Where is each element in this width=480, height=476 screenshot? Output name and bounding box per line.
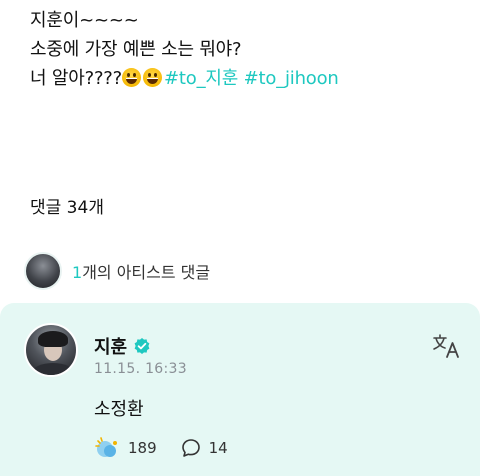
reply-count: 14 <box>208 439 228 457</box>
grinning-face-emoji <box>122 68 142 87</box>
post-line-2: 소중에 가장 예쁜 소는 뭐야? <box>30 39 242 60</box>
hashtag-to-jihoon[interactable]: #to_jihoon <box>244 68 339 89</box>
like-icon <box>95 437 117 457</box>
artist-comment-card: 지훈 11.15. 16:33 소정환 189 14 <box>0 303 480 476</box>
post-line-1: 지훈이~~~~ <box>30 10 139 31</box>
artist-comments-text: 개의 아티스트 댓글 <box>82 263 211 282</box>
post-text: 지훈이~~~~ 소중에 가장 예쁜 소는 뭐야? 너 알아???? #to_지훈 … <box>30 6 339 93</box>
reply-button[interactable]: 14 <box>181 438 228 458</box>
post-line-3: 너 알아???? #to_지훈 #to_jihoon <box>30 64 339 93</box>
grinning-face-emoji <box>143 68 163 87</box>
translate-icon[interactable] <box>432 333 462 359</box>
artist-comments-summary[interactable]: 1개의 아티스트 댓글 <box>24 252 210 290</box>
post-line-3-text: 너 알아???? <box>30 68 123 89</box>
hashtag-to-jihoon-korean[interactable]: #to_지훈 <box>164 68 238 89</box>
author-name: 지훈 <box>94 337 128 358</box>
comment-actions: 189 14 <box>94 437 228 459</box>
comment-author: 지훈 <box>94 333 151 359</box>
comment-timestamp: 11.15. 16:33 <box>94 361 187 377</box>
comment-count: 댓글 34개 <box>30 198 104 218</box>
comment-bubble-icon <box>181 439 200 457</box>
avatar[interactable] <box>24 323 78 377</box>
verified-badge-icon <box>133 337 151 355</box>
artist-avatar <box>24 252 62 290</box>
comment-body: 소정환 <box>94 399 144 420</box>
artist-comments-count: 1 <box>72 263 83 282</box>
artist-comments-label: 1개의 아티스트 댓글 <box>72 259 210 283</box>
like-button[interactable]: 189 <box>94 437 157 459</box>
like-count: 189 <box>128 439 157 457</box>
